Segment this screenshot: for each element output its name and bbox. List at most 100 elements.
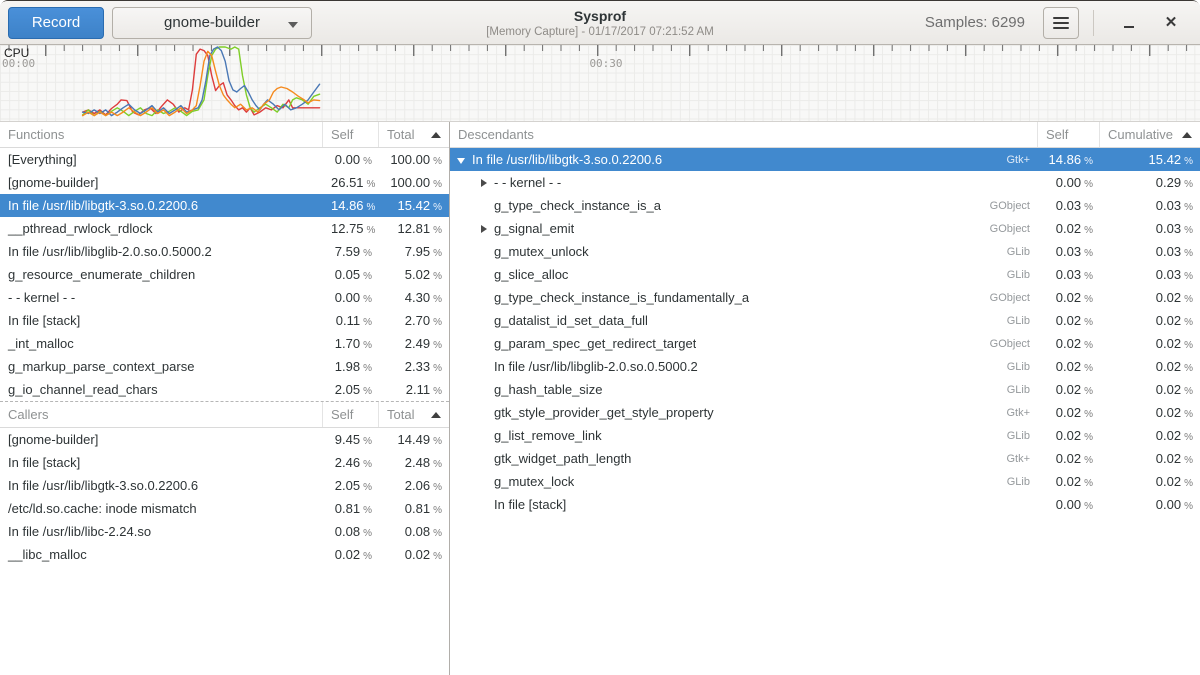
- table-row[interactable]: - - kernel - -0.00%4.30%: [0, 286, 449, 309]
- symbol-name: [gnome-builder]: [0, 432, 323, 447]
- symbol-name: [Everything]: [0, 152, 323, 167]
- hamburger-icon: [1053, 17, 1069, 19]
- cumulative-percent: 0.02%: [1100, 474, 1200, 489]
- close-icon: ✕: [1165, 15, 1178, 30]
- tree-row[interactable]: g_type_check_instance_is_aGObject0.03%0.…: [450, 194, 1200, 217]
- table-row[interactable]: In file /usr/lib/libc-2.24.so0.08%0.08%: [0, 520, 449, 543]
- self-column-header[interactable]: Self: [323, 122, 379, 147]
- symbol-name: g_param_spec_get_redirect_target: [494, 336, 696, 351]
- total-column-header[interactable]: Total: [379, 122, 449, 147]
- callers-column-header[interactable]: Callers: [0, 402, 323, 427]
- total-percent: 0.02%: [379, 547, 449, 562]
- tree-row[interactable]: In file /usr/lib/libglib-2.0.so.0.5000.2…: [450, 355, 1200, 378]
- total-percent: 2.06%: [379, 478, 449, 493]
- total-percent: 14.49%: [379, 432, 449, 447]
- cumulative-percent: 0.03%: [1100, 267, 1200, 282]
- symbol-name: In file /usr/lib/libgtk-3.so.0.2200.6: [472, 152, 662, 167]
- tree-row[interactable]: gtk_widget_path_lengthGtk+0.02%0.02%: [450, 447, 1200, 470]
- tree-row[interactable]: g_param_spec_get_redirect_targetGObject0…: [450, 332, 1200, 355]
- minimize-button[interactable]: [1116, 10, 1142, 36]
- self-percent: 0.02%: [1038, 474, 1100, 489]
- table-row[interactable]: _int_malloc1.70%2.49%: [0, 332, 449, 355]
- menu-button[interactable]: [1043, 7, 1079, 39]
- table-row[interactable]: In file /usr/lib/libgtk-3.so.0.2200.62.0…: [0, 474, 449, 497]
- table-row[interactable]: [Everything]0.00%100.00%: [0, 148, 449, 171]
- process-selector-dropdown[interactable]: gnome-builder: [112, 7, 312, 39]
- self-percent: 0.05%: [323, 267, 379, 282]
- total-percent: 12.81%: [379, 221, 449, 236]
- table-row[interactable]: g_markup_parse_context_parse1.98%2.33%: [0, 355, 449, 378]
- time-label-start: 00:00: [2, 57, 35, 70]
- record-button[interactable]: Record: [8, 7, 104, 39]
- symbol-name: g_type_check_instance_is_fundamentally_a: [494, 290, 749, 305]
- symbol-name: g_list_remove_link: [494, 428, 602, 443]
- tree-row[interactable]: In file /usr/lib/libgtk-3.so.0.2200.6Gtk…: [450, 148, 1200, 171]
- self-percent: 9.45%: [323, 432, 379, 447]
- tree-row[interactable]: - - kernel - -0.00%0.29%: [450, 171, 1200, 194]
- tree-row[interactable]: g_list_remove_linkGLib0.02%0.02%: [450, 424, 1200, 447]
- self-percent: 0.02%: [323, 547, 379, 562]
- table-row[interactable]: __libc_malloc0.02%0.02%: [0, 543, 449, 566]
- table-row[interactable]: __pthread_rwlock_rdlock12.75%12.81%: [0, 217, 449, 240]
- library-badge: GObject: [980, 338, 1030, 350]
- total-percent: 4.30%: [379, 290, 449, 305]
- symbol-name: gtk_widget_path_length: [494, 451, 631, 466]
- table-row[interactable]: In file /usr/lib/libglib-2.0.so.0.5000.2…: [0, 240, 449, 263]
- process-selector-label: gnome-builder: [164, 14, 260, 31]
- tree-row[interactable]: In file [stack]0.00%0.00%: [450, 493, 1200, 516]
- symbol-name: _int_malloc: [0, 336, 323, 351]
- table-row[interactable]: g_resource_enumerate_children0.05%5.02%: [0, 263, 449, 286]
- close-button[interactable]: ✕: [1158, 10, 1184, 36]
- table-row[interactable]: In file /usr/lib/libgtk-3.so.0.2200.614.…: [0, 194, 449, 217]
- table-row[interactable]: In file [stack]0.11%2.70%: [0, 309, 449, 332]
- left-pane: Functions Self Total [Everything]0.00%10…: [0, 122, 450, 675]
- symbol-name: g_io_channel_read_chars: [0, 382, 323, 397]
- table-row[interactable]: [gnome-builder]9.45%14.49%: [0, 428, 449, 451]
- library-badge: Gtk+: [996, 453, 1030, 465]
- tree-row[interactable]: g_hash_table_sizeGLib0.02%0.02%: [450, 378, 1200, 401]
- symbol-name: - - kernel - -: [494, 175, 561, 190]
- descendants-header: Descendants Self Cumulative: [450, 122, 1200, 148]
- expander-collapsed-icon[interactable]: [477, 222, 491, 236]
- expander-collapsed-icon[interactable]: [477, 176, 491, 190]
- total-percent: 2.49%: [379, 336, 449, 351]
- self-column-header[interactable]: Self: [1038, 122, 1100, 147]
- table-row[interactable]: g_io_channel_read_chars2.05%2.11%: [0, 378, 449, 401]
- sysprof-window: Record gnome-builder Sysprof [Memory Cap…: [0, 0, 1200, 675]
- table-row[interactable]: /etc/ld.so.cache: inode mismatch0.81%0.8…: [0, 497, 449, 520]
- app-title: Sysprof: [486, 7, 714, 25]
- descendants-column-header[interactable]: Descendants: [450, 122, 1038, 147]
- expander-expanded-icon[interactable]: [455, 153, 469, 167]
- cumulative-percent: 0.02%: [1100, 290, 1200, 305]
- library-badge: GLib: [997, 361, 1030, 373]
- cumulative-percent: 15.42%: [1100, 152, 1200, 167]
- time-label-30s: 00:30: [576, 57, 636, 70]
- samples-count: Samples: 6299: [925, 14, 1025, 31]
- tree-row[interactable]: g_datalist_id_set_data_fullGLib0.02%0.02…: [450, 309, 1200, 332]
- self-column-header[interactable]: Self: [323, 402, 379, 427]
- library-badge: GLib: [997, 384, 1030, 396]
- tree-row[interactable]: g_signal_emitGObject0.02%0.03%: [450, 217, 1200, 240]
- cpu-usage-chart[interactable]: CPU 00:00 00:30: [0, 45, 1200, 122]
- symbol-name: g_type_check_instance_is_a: [494, 198, 661, 213]
- functions-column-header[interactable]: Functions: [0, 122, 323, 147]
- tree-row[interactable]: gtk_style_provider_get_style_propertyGtk…: [450, 401, 1200, 424]
- table-row[interactable]: In file [stack]2.46%2.48%: [0, 451, 449, 474]
- self-percent: 7.59%: [323, 244, 379, 259]
- self-percent: 0.03%: [1038, 198, 1100, 213]
- tree-row[interactable]: g_mutex_lockGLib0.02%0.02%: [450, 470, 1200, 493]
- expander-spacer: [477, 360, 491, 374]
- total-column-header[interactable]: Total: [379, 402, 449, 427]
- cumulative-percent: 0.03%: [1100, 198, 1200, 213]
- cumulative-column-header[interactable]: Cumulative: [1100, 122, 1200, 147]
- tree-row[interactable]: g_type_check_instance_is_fundamentally_a…: [450, 286, 1200, 309]
- self-percent: 2.46%: [323, 455, 379, 470]
- tree-row[interactable]: g_mutex_unlockGLib0.03%0.03%: [450, 240, 1200, 263]
- tree-row[interactable]: g_slice_allocGLib0.03%0.03%: [450, 263, 1200, 286]
- self-percent: 0.00%: [1038, 175, 1100, 190]
- callers-header: Callers Self Total: [0, 402, 449, 428]
- symbol-name: In file /usr/lib/libc-2.24.so: [0, 524, 323, 539]
- self-percent: 0.81%: [323, 501, 379, 516]
- table-row[interactable]: [gnome-builder]26.51%100.00%: [0, 171, 449, 194]
- capture-subtitle: [Memory Capture] - 01/17/2017 07:21:52 A…: [486, 25, 714, 40]
